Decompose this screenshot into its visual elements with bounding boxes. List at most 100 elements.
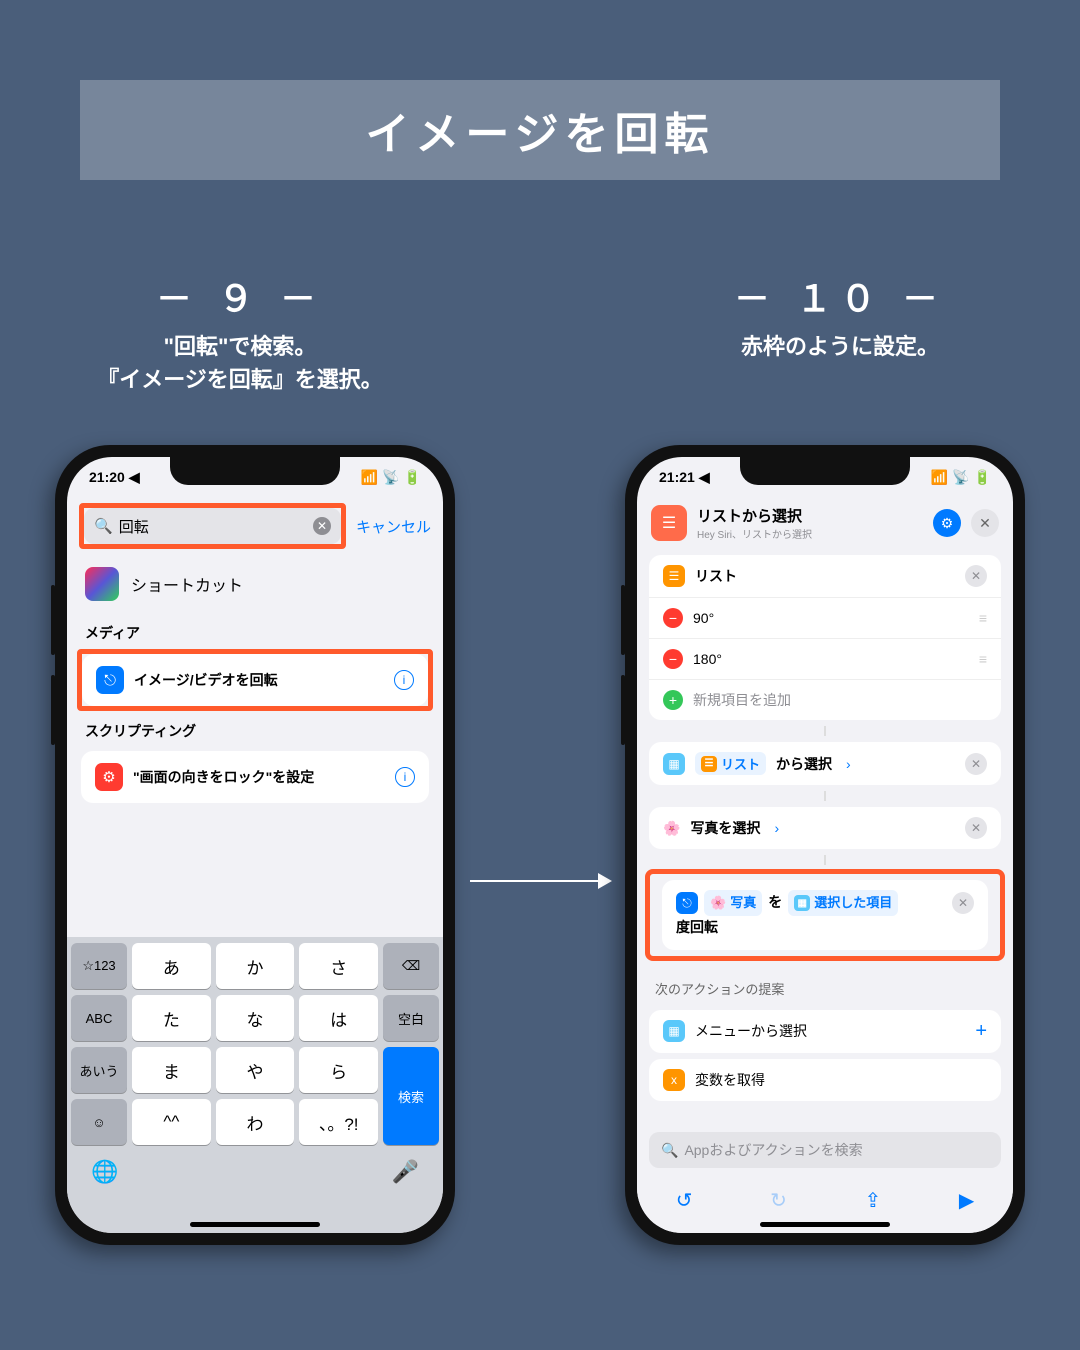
- key-backspace[interactable]: ⌫: [383, 943, 439, 989]
- info-icon[interactable]: i: [394, 670, 414, 690]
- key-ha[interactable]: は: [299, 995, 378, 1041]
- suggestion-var-card[interactable]: x 変数を取得: [649, 1059, 1001, 1101]
- key-na[interactable]: な: [216, 995, 295, 1041]
- key-ta[interactable]: た: [132, 995, 211, 1041]
- screen-left: 21:20 ◀ 📶 📡 🔋 🔍 回転 ✕ キャンセル ショートカット: [67, 457, 443, 1233]
- remove-item-icon[interactable]: −: [663, 649, 683, 669]
- remove-action-icon[interactable]: ✕: [965, 817, 987, 839]
- add-suggestion-icon[interactable]: +: [975, 1020, 987, 1043]
- mic-icon[interactable]: 🎤: [392, 1159, 419, 1185]
- keyboard: ☆123 あ か さ ⌫ ABC た な は 空白 あいう ま や ら 検索: [67, 937, 443, 1233]
- list-item-value: 90°: [693, 610, 714, 626]
- chevron-right-icon: ›: [774, 820, 779, 836]
- menu-icon: ▦: [663, 1020, 685, 1042]
- reorder-icon[interactable]: ≡: [979, 651, 987, 667]
- phone-frame-right: 21:21 ◀ 📶 📡 🔋 ☰ リストから選択 Hey Siri、リストから選択…: [625, 445, 1025, 1245]
- rotate-suffix: 度回転: [676, 919, 718, 935]
- rotate-mini-icon: ⎋: [676, 892, 698, 914]
- add-item-icon[interactable]: +: [663, 690, 683, 710]
- suggestion-header: 次のアクションの提案: [637, 965, 1013, 1004]
- search-highlight: 🔍 回転 ✕: [79, 503, 346, 549]
- choose-from-list-card[interactable]: ▦ ☰ リスト から選択 › ✕: [649, 742, 1001, 785]
- add-item-label: 新規項目を追加: [693, 690, 791, 710]
- search-row: 🔍 回転 ✕ キャンセル: [67, 497, 443, 555]
- undo-icon[interactable]: ↺: [676, 1188, 693, 1213]
- search-query: 回転: [119, 516, 307, 537]
- connector-line: [824, 855, 826, 865]
- page-title: イメージを回転: [365, 98, 714, 162]
- key-punct[interactable]: 、。?!: [299, 1099, 378, 1145]
- key-ya[interactable]: や: [216, 1047, 295, 1093]
- key-space[interactable]: 空白: [383, 995, 439, 1041]
- shortcuts-app-icon: [85, 567, 119, 601]
- key-kana[interactable]: あいう: [71, 1047, 127, 1093]
- reorder-icon[interactable]: ≡: [979, 610, 987, 626]
- settings-button[interactable]: ⚙: [933, 509, 961, 537]
- list-mini-icon: ☰: [663, 565, 685, 587]
- globe-icon[interactable]: 🌐: [91, 1159, 118, 1185]
- key-sa[interactable]: さ: [299, 943, 378, 989]
- action-search-placeholder: Appおよびアクションを検索: [684, 1140, 862, 1160]
- key-caret[interactable]: ^^: [132, 1099, 211, 1145]
- key-ma[interactable]: ま: [132, 1047, 211, 1093]
- action-orientation-lock[interactable]: ⚙ "画面の向きをロック"を設定 i: [81, 751, 429, 803]
- share-icon[interactable]: ⇪: [864, 1188, 881, 1213]
- key-ra[interactable]: ら: [299, 1047, 378, 1093]
- suggestion-menu-label: メニューから選択: [695, 1021, 807, 1041]
- action-rotate-label: イメージ/ビデオを回転: [134, 670, 384, 690]
- key-a[interactable]: あ: [132, 943, 211, 989]
- action-rotate-image[interactable]: ⎋ イメージ/ビデオを回転 i: [82, 654, 428, 706]
- status-time: 21:20: [89, 469, 125, 485]
- list-title: リスト: [695, 566, 737, 586]
- shortcuts-app-row[interactable]: ショートカット: [67, 555, 443, 613]
- list-item-row[interactable]: − 90° ≡: [649, 597, 1001, 638]
- add-item-row[interactable]: + 新規項目を追加: [649, 679, 1001, 720]
- close-button[interactable]: ✕: [971, 509, 999, 537]
- remove-action-icon[interactable]: ✕: [965, 565, 987, 587]
- shortcut-subtitle: Hey Siri、リストから選択: [697, 526, 923, 541]
- key-search[interactable]: 検索: [383, 1047, 439, 1145]
- battery-icon: 🔋: [404, 469, 421, 486]
- select-photos-card[interactable]: 🌸 写真を選択 › ✕: [649, 807, 1001, 849]
- list-item-row[interactable]: − 180° ≡: [649, 638, 1001, 679]
- notch: [740, 457, 910, 485]
- photos-icon: 🌸: [663, 820, 680, 837]
- remove-item-icon[interactable]: −: [663, 608, 683, 628]
- signal-icon: 📶: [361, 469, 378, 486]
- list-item-value: 180°: [693, 651, 722, 667]
- suggestion-menu-card[interactable]: ▦ メニューから選択 +: [649, 1010, 1001, 1053]
- search-input[interactable]: 🔍 回転 ✕: [84, 508, 341, 544]
- key-ka[interactable]: か: [216, 943, 295, 989]
- list-header-row: ☰ リスト ✕: [649, 555, 1001, 597]
- clear-icon[interactable]: ✕: [313, 517, 331, 535]
- connector-line: [824, 726, 826, 736]
- step-10-caption: 赤枠のように設定。: [640, 330, 1040, 363]
- photos-variable-chip[interactable]: 🌸 写真: [704, 890, 762, 916]
- info-icon[interactable]: i: [395, 767, 415, 787]
- key-abc[interactable]: ABC: [71, 995, 127, 1041]
- search-icon: 🔍: [661, 1142, 678, 1159]
- connector-line: [824, 791, 826, 801]
- page-title-banner: イメージを回転: [80, 80, 1000, 180]
- list-variable-chip[interactable]: ☰ リスト: [695, 752, 766, 775]
- key-emoji[interactable]: ☺: [71, 1099, 127, 1145]
- var-icon: x: [663, 1069, 685, 1091]
- remove-action-icon[interactable]: ✕: [952, 892, 974, 914]
- action-search-input[interactable]: 🔍 Appおよびアクションを検索: [649, 1132, 1001, 1168]
- shortcut-title: リストから選択: [697, 505, 923, 526]
- cancel-button[interactable]: キャンセル: [356, 516, 431, 537]
- list-action-card: ☰ リスト ✕ − 90° ≡ − 180° ≡ + 新規項目を追加: [649, 555, 1001, 720]
- chevron-right-icon: ›: [846, 756, 851, 772]
- rotate-image-action[interactable]: ⎋ 🌸 写真 を ▦ 選択した項目 ✕ 度回転: [662, 880, 988, 950]
- select-photos-label: 写真を選択: [690, 818, 760, 838]
- home-indicator: [190, 1222, 320, 1227]
- selected-item-chip[interactable]: ▦ 選択した項目: [788, 890, 898, 916]
- choose-icon: ▦: [663, 753, 685, 775]
- remove-action-icon[interactable]: ✕: [965, 753, 987, 775]
- notch: [170, 457, 340, 485]
- rotate-icon: ⎋: [96, 666, 124, 694]
- redo-icon[interactable]: ↻: [770, 1188, 787, 1213]
- key-num[interactable]: ☆123: [71, 943, 127, 989]
- key-wa[interactable]: わ: [216, 1099, 295, 1145]
- play-icon[interactable]: ▶: [959, 1188, 974, 1213]
